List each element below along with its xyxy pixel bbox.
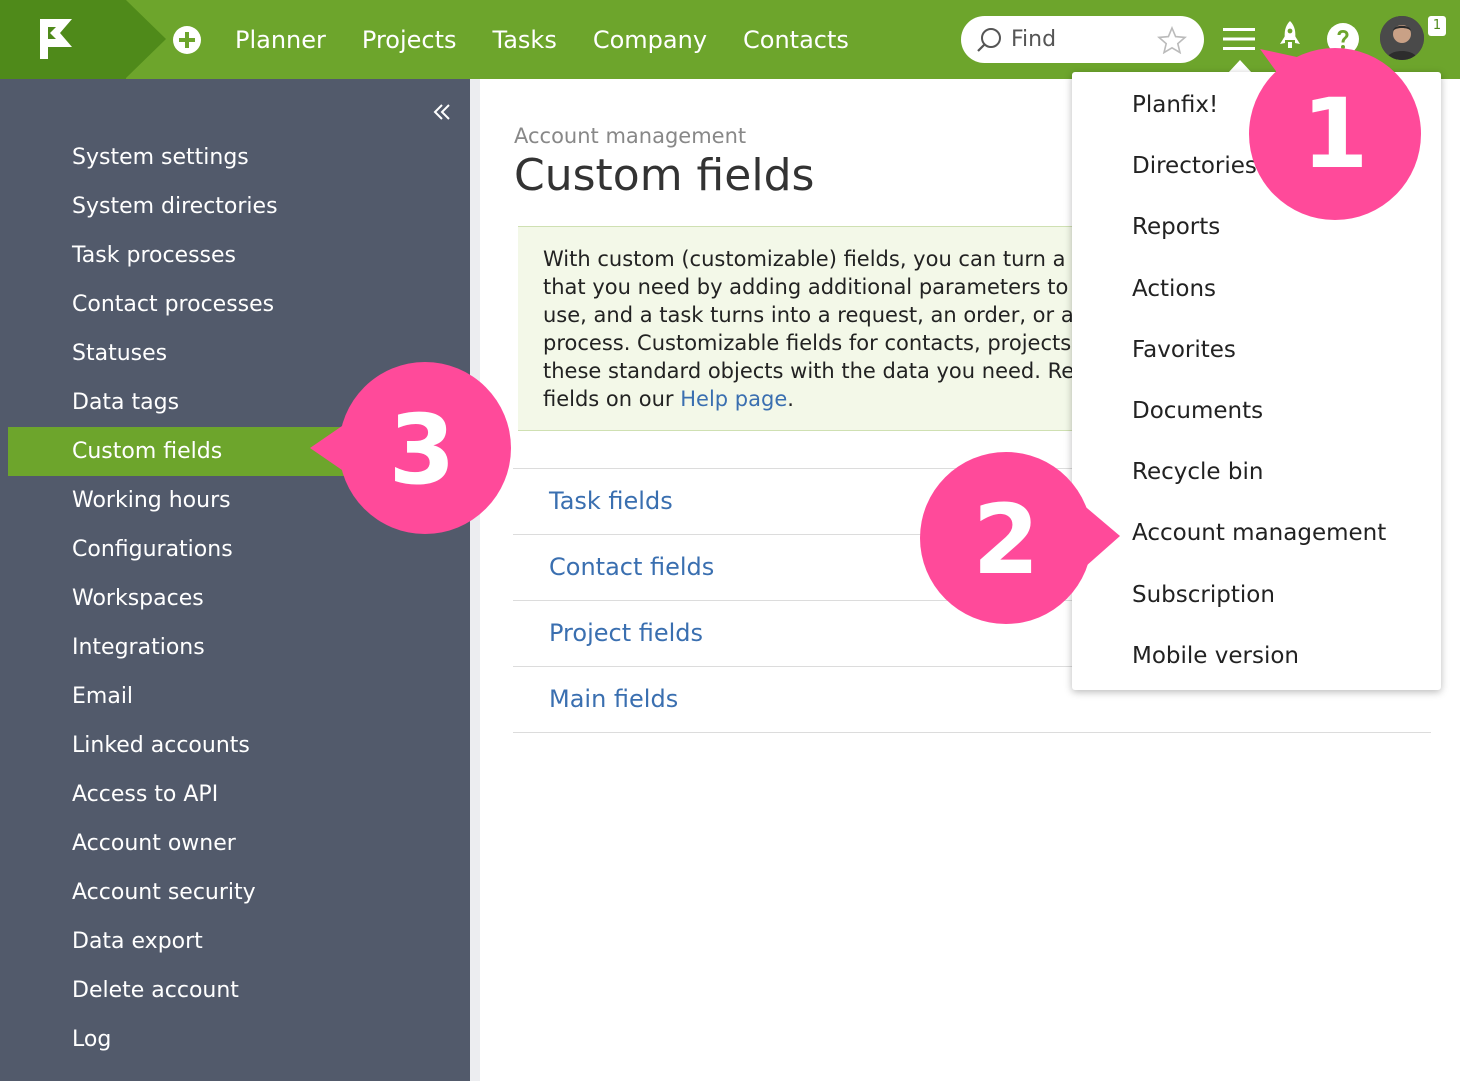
menu-item-actions[interactable]: Actions	[1132, 276, 1216, 302]
task-fields-link[interactable]: Task fields	[549, 487, 673, 515]
menu-item-reports[interactable]: Reports	[1132, 214, 1220, 240]
sidebar-item-system-directories[interactable]: System directories	[8, 182, 470, 231]
help-page-link[interactable]: Help page	[680, 387, 787, 411]
nav-company[interactable]: Company	[593, 26, 707, 54]
search-input[interactable]	[1011, 24, 1151, 54]
menu-item-favorites[interactable]: Favorites	[1132, 337, 1236, 363]
search-icon	[977, 28, 1001, 52]
sidebar-divider	[470, 79, 480, 1081]
info-line: these standard objects with the data you…	[543, 359, 1075, 383]
info-line: that you need by adding additional param…	[543, 275, 1081, 299]
main-fields-link[interactable]: Main fields	[549, 685, 678, 713]
sidebar-item-delete-account[interactable]: Delete account	[8, 966, 470, 1015]
sidebar-item-task-processes[interactable]: Task processes	[8, 231, 470, 280]
info-box: With custom (customizable) fields, you c…	[518, 226, 1118, 431]
nav-planner[interactable]: Planner	[235, 26, 326, 54]
menu-item-subscription[interactable]: Subscription	[1132, 582, 1275, 608]
info-line: use, and a task turns into a request, an…	[543, 303, 1083, 327]
info-text: fields on our	[543, 387, 681, 411]
nav-projects[interactable]: Projects	[362, 26, 457, 54]
page-title: Custom fields	[514, 150, 815, 201]
info-line: fields on our Help page.	[543, 385, 1118, 413]
sidebar-item-workspaces[interactable]: Workspaces	[8, 574, 470, 623]
star-icon[interactable]	[1157, 26, 1187, 54]
sidebar-item-log[interactable]: Log	[8, 1015, 470, 1064]
info-line: process. Customizable fields for contact…	[543, 331, 1072, 355]
sidebar-item-email[interactable]: Email	[8, 672, 470, 721]
project-fields-link[interactable]: Project fields	[549, 619, 703, 647]
sidebar-item-access-to-api[interactable]: Access to API	[8, 770, 470, 819]
sidebar-item-contact-processes[interactable]: Contact processes	[8, 280, 470, 329]
nav-tasks[interactable]: Tasks	[493, 26, 557, 54]
logo-area[interactable]	[0, 0, 126, 79]
collapse-sidebar-icon[interactable]	[432, 101, 452, 123]
info-line: With custom (customizable) fields, you c…	[543, 247, 1081, 271]
menu-item-recycle-bin[interactable]: Recycle bin	[1132, 459, 1263, 485]
callout-number: 3	[389, 394, 456, 506]
callout-2: 2	[920, 452, 1120, 624]
sidebar-item-system-settings[interactable]: System settings	[8, 133, 470, 182]
callout-1: 1	[1249, 48, 1421, 220]
menu-item-planfix[interactable]: Planfix!	[1132, 92, 1218, 118]
sidebar-item-account-owner[interactable]: Account owner	[8, 819, 470, 868]
contact-fields-link[interactable]: Contact fields	[549, 553, 714, 581]
menu-item-account-management[interactable]: Account management	[1132, 520, 1386, 546]
menu-item-mobile-version[interactable]: Mobile version	[1132, 643, 1299, 669]
sidebar-item-data-export[interactable]: Data export	[8, 917, 470, 966]
menu-item-documents[interactable]: Documents	[1132, 398, 1263, 424]
search-box	[961, 16, 1204, 63]
sidebar-item-linked-accounts[interactable]: Linked accounts	[8, 721, 470, 770]
planfix-logo-icon	[40, 19, 72, 59]
callout-3: 3	[310, 362, 511, 534]
callout-number: 2	[973, 484, 1040, 596]
sidebar-item-integrations[interactable]: Integrations	[8, 623, 470, 672]
breadcrumb[interactable]: Account management	[514, 124, 746, 148]
notification-badge[interactable]: 1	[1428, 16, 1446, 36]
add-icon[interactable]	[172, 25, 202, 55]
nav-contacts[interactable]: Contacts	[743, 26, 849, 54]
menu-item-directories[interactable]: Directories	[1132, 153, 1257, 179]
info-text: .	[787, 387, 794, 411]
main-nav: Planner Projects Tasks Company Contacts	[235, 0, 885, 79]
settings-sidebar: System settings System directories Task pr…	[0, 79, 470, 1081]
callout-number: 1	[1302, 78, 1369, 190]
logo-wedge	[126, 0, 166, 78]
sidebar-item-account-security[interactable]: Account security	[8, 868, 470, 917]
